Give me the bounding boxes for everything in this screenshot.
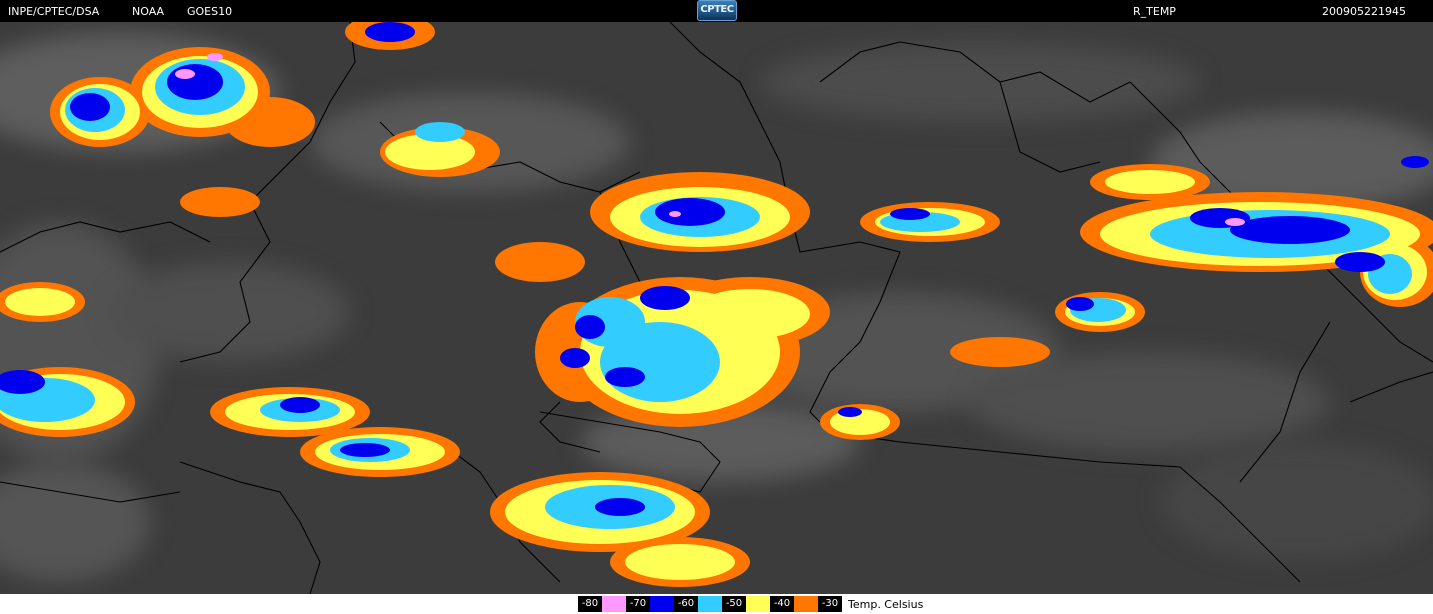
product-label: R_TEMP	[1133, 5, 1176, 18]
legend-label-4: -50	[722, 596, 746, 612]
legend-label-2: -70	[626, 596, 650, 612]
temperature-legend: -80 -70 -60 -50 -40 -30 Temp. Celsius	[578, 596, 923, 612]
legend-swatch-2	[650, 596, 674, 612]
legend-bar: -80 -70 -60 -50 -40 -30 Temp. Celsius	[0, 594, 1433, 614]
source-label: INPE/CPTEC/DSA	[8, 5, 100, 18]
logo-text: CPTEC	[700, 4, 734, 15]
legend-label-3: -60	[674, 596, 698, 612]
satellite-image	[0, 22, 1433, 594]
legend-label-5: -40	[770, 596, 794, 612]
satellite-label: GOES10	[187, 5, 233, 18]
legend-label-1: -80	[578, 596, 602, 612]
agency-label: NOAA	[132, 5, 165, 18]
legend-swatch-1	[602, 596, 626, 612]
legend-swatch-4	[746, 596, 770, 612]
legend-swatch-5	[794, 596, 818, 612]
legend-swatch-3	[698, 596, 722, 612]
timestamp-label: 200905221945	[1322, 5, 1406, 18]
legend-label-6: -30	[818, 596, 842, 612]
legend-unit-label: Temp. Celsius	[848, 597, 924, 611]
header-bar: INPE/CPTEC/DSA NOAA GOES10 CPTEC R_TEMP …	[0, 0, 1433, 22]
cptec-logo: CPTEC	[697, 0, 737, 21]
satellite-image-svg	[0, 22, 1433, 594]
